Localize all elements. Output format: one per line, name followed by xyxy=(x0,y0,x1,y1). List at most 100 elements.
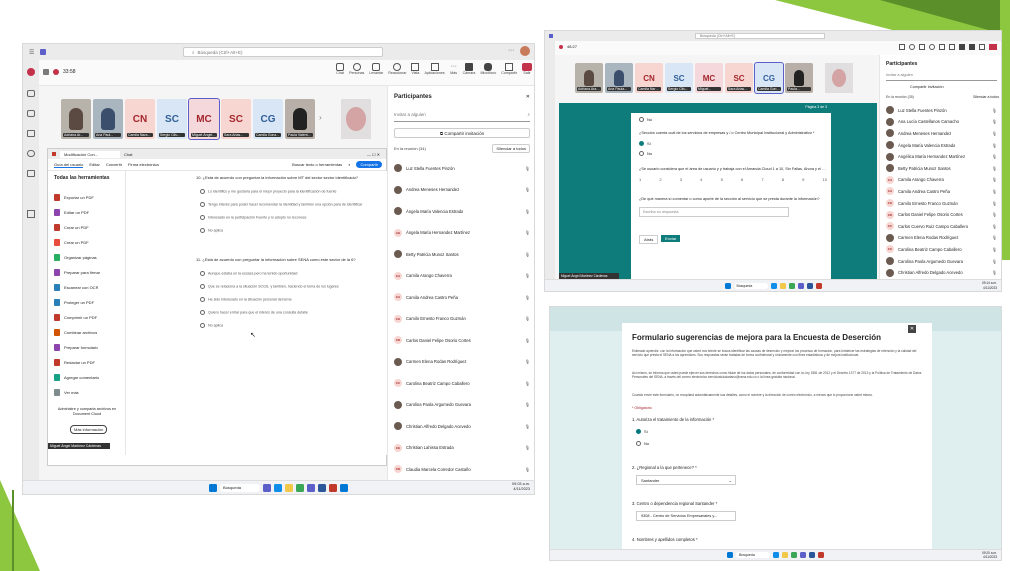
system-clock[interactable]: 09:14 a.m. 4/11/2023 xyxy=(982,281,997,290)
participant-row[interactable]: CC Carolina Beatriz Campo Caballero 🎙 xyxy=(886,244,997,255)
video-tile-4[interactable]: SC Sergio Cifu... xyxy=(665,63,693,93)
taskbar-search[interactable]: Búsqueda xyxy=(733,282,768,289)
video-tile-3[interactable]: CN Camila Nara... xyxy=(635,63,663,93)
form-back-button[interactable]: Atrás xyxy=(639,235,659,244)
chrome-icon[interactable] xyxy=(296,483,304,492)
participant-row[interactable]: Carmen Elena Rodas Rodríguez 🎙 xyxy=(886,233,997,244)
pdf-option[interactable]: No aplica xyxy=(200,228,380,233)
menu-user-guide[interactable]: Guía del usuario xyxy=(54,162,84,168)
tool-item[interactable]: Agregar comentario xyxy=(54,371,119,383)
tool-item[interactable]: Exportar un PDF xyxy=(54,191,119,203)
people-button[interactable]: Personas xyxy=(349,63,364,75)
participant-row[interactable]: CE Christian Lahissa Estrada 🎙 xyxy=(394,438,530,459)
form-close-button[interactable]: ✕ xyxy=(908,325,916,333)
leave-button[interactable] xyxy=(989,44,997,50)
rating-option[interactable]: 1 xyxy=(639,177,641,187)
participant-row[interactable]: Christian Alfredo Delgado Acevedo 🎙 xyxy=(886,267,997,278)
participant-row[interactable]: Christian Alfredo Delgado Acevedo 🎙 xyxy=(394,416,530,437)
more-icon[interactable]: ⋯ xyxy=(508,47,514,54)
close-icon[interactable]: ✕ xyxy=(526,94,530,100)
rating-option[interactable]: 7 xyxy=(761,177,763,187)
leave-button[interactable]: Salir xyxy=(522,63,532,75)
windows-start-icon[interactable] xyxy=(209,483,217,492)
pdf-option[interactable]: He sido interesado en la situación perso… xyxy=(200,297,380,302)
mic-button[interactable] xyxy=(969,44,975,50)
q1-option-yes[interactable]: Sí xyxy=(636,429,648,435)
calls-rail-icon[interactable] xyxy=(27,150,35,157)
participant-row[interactable]: CA Camila Arango Chaverra 🎙 xyxy=(886,175,997,186)
video-tile-7[interactable]: CGCamila Gonzalez... xyxy=(754,62,784,94)
form-submit-button[interactable]: Enviar xyxy=(661,235,681,242)
apps-button[interactable] xyxy=(949,44,955,50)
participant-row[interactable]: CD Carlos Daniel Felipe Osorio Cortes 🎙 xyxy=(394,330,530,351)
windows-start-icon[interactable] xyxy=(727,552,733,558)
chat-rail-icon[interactable] xyxy=(27,90,35,97)
video-tile-8[interactable]: Paula Valent... xyxy=(285,99,315,139)
participant-row[interactable]: CC Carlos Cuervo Ruiz Campo Caballero 🎙 xyxy=(886,221,997,232)
tool-item[interactable]: Preparar formulario xyxy=(54,341,119,353)
video-tile-8[interactable]: Paula... xyxy=(785,63,813,93)
rating-option[interactable]: 10 xyxy=(823,177,827,187)
acrobat-icon[interactable] xyxy=(815,282,822,289)
rating-option[interactable]: 5 xyxy=(721,177,723,187)
apps-button[interactable]: Aplicaciones xyxy=(424,63,445,75)
explorer-icon[interactable] xyxy=(782,552,788,558)
word-icon[interactable] xyxy=(806,282,813,289)
participant-row[interactable]: CG Camilo Ernesto Franco Guzmán 🎙 xyxy=(886,198,997,209)
camera-button[interactable]: Cámara xyxy=(463,63,475,75)
mute-all-button[interactable]: Silenciar a todos xyxy=(492,144,530,153)
teams-search-input[interactable]: ⌕ Búsqueda (Ctrl+Alt+E) xyxy=(183,47,383,57)
files-rail-icon[interactable] xyxy=(27,170,35,177)
sector-option-no[interactable]: No xyxy=(639,151,652,157)
participant-row[interactable]: Andrea Meneses Hernandez 🎙 xyxy=(886,128,997,139)
q3-dropdown[interactable]: 9308 - Centro de Servicios Empresariales… xyxy=(636,511,736,521)
chevron-right-icon[interactable]: › xyxy=(319,113,322,122)
pdf-option[interactable]: Quiero hacer entrar para que el interés … xyxy=(200,310,380,315)
participant-row[interactable]: Andrea Meneses Hernandez 🎙 xyxy=(394,180,530,201)
video-tile-1[interactable]: Adriana Arango... xyxy=(575,63,603,93)
explorer-icon[interactable] xyxy=(285,483,293,492)
participant-row[interactable]: CG Camilo Ernesto Franco Guzmán 🎙 xyxy=(394,309,530,330)
outlook-icon[interactable] xyxy=(340,483,348,492)
participant-row[interactable]: Angélica María Hernandez Martínez 🎙 xyxy=(886,151,997,162)
browser-tab[interactable]: Modificación Con... xyxy=(60,150,120,158)
activity-icon[interactable] xyxy=(27,68,35,76)
teams-rail-icon[interactable] xyxy=(27,110,35,117)
tool-item[interactable]: Editar un PDF xyxy=(54,206,119,218)
share-invite-button[interactable]: Compartir invitación xyxy=(910,85,944,89)
chat-button[interactable]: Chat xyxy=(336,63,345,75)
acrobat-icon[interactable] xyxy=(818,552,824,558)
taskbar-search[interactable]: Búsqueda xyxy=(220,483,260,492)
more-button[interactable]: ⋯ Más xyxy=(450,63,458,75)
video-tile-5[interactable]: MC Miguel Ángel M... xyxy=(188,98,220,140)
pdf-option[interactable]: No aplica xyxy=(200,323,380,328)
participant-row[interactable]: AH Ángela María Hernandez Martínez 🎙 xyxy=(394,223,530,244)
video-tile-3[interactable]: CN Camila Nara... xyxy=(125,99,155,139)
q2-dropdown[interactable]: Santander ⌄ xyxy=(636,475,736,485)
pdf-option[interactable]: Lo identifico y me gustaría para el mejo… xyxy=(200,189,380,194)
teams-taskbar-icon[interactable] xyxy=(307,483,315,492)
participant-row[interactable]: Luz Stella Fuentes Pinzón 🎙 xyxy=(394,158,530,179)
word-icon[interactable] xyxy=(318,483,326,492)
react-button[interactable]: Reaccionar xyxy=(388,63,406,75)
participant-row[interactable]: Betty Patricia Munoz Santos 🎙 xyxy=(886,163,997,174)
more-info-button[interactable]: Más información xyxy=(70,425,108,434)
teams-search-input[interactable]: Búsqueda (Ctrl+Alt+E) xyxy=(695,33,825,39)
acrobat-icon[interactable] xyxy=(329,483,337,492)
video-tile-7[interactable]: CG Camila Gonz... xyxy=(253,99,283,139)
explorer-icon[interactable] xyxy=(779,282,786,289)
view-button[interactable] xyxy=(939,44,945,50)
participant-row[interactable]: CA Camila Arango Chaverra 🎙 xyxy=(394,266,530,287)
participant-row[interactable]: CA Camila Andrea Castro Peña 🎙 xyxy=(886,186,997,197)
chrome-icon[interactable] xyxy=(791,552,797,558)
mute-all-button[interactable]: Silenciar a todos xyxy=(973,95,999,99)
video-tile-6[interactable]: SC Sara Arias... xyxy=(221,99,251,139)
taskbar-search[interactable]: Búsqueda xyxy=(736,552,770,558)
tool-item[interactable]: Crear un PDF xyxy=(54,221,119,233)
user-avatar[interactable] xyxy=(520,46,530,56)
video-tile-2[interactable]: Ana Paul... xyxy=(93,99,123,139)
people-button[interactable] xyxy=(909,44,915,50)
video-tile-6[interactable]: SC Sara Arias... xyxy=(725,63,753,93)
windows-start-icon[interactable] xyxy=(724,282,731,289)
word-icon[interactable] xyxy=(809,552,815,558)
